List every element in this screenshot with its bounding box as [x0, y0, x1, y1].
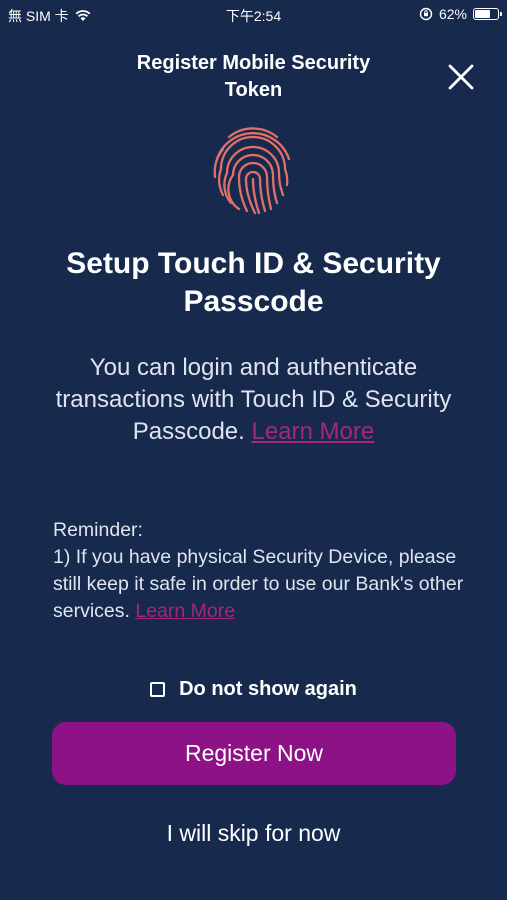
- orientation-lock-icon: [419, 7, 433, 21]
- description-text: You can login and authenticate transacti…: [30, 352, 477, 448]
- reminder-learn-more-link[interactable]: Learn More: [135, 600, 235, 622]
- status-right: 62%: [419, 6, 502, 22]
- learn-more-link[interactable]: Learn More: [252, 418, 375, 445]
- reminder-body: 1) If you have physical Security Device,…: [53, 546, 464, 622]
- do-not-show-again-row[interactable]: Do not show again: [0, 678, 507, 701]
- battery-icon: [473, 8, 502, 20]
- do-not-show-again-checkbox[interactable]: [150, 682, 166, 697]
- reminder-text: Reminder: 1) If you have physical Securi…: [53, 517, 473, 625]
- skip-button[interactable]: I will skip for now: [0, 820, 507, 847]
- do-not-show-again-label[interactable]: Do not show again: [179, 678, 357, 701]
- register-now-button[interactable]: Register Now: [52, 722, 456, 785]
- fingerprint-icon: [213, 127, 291, 215]
- battery-percent: 62%: [438, 6, 467, 22]
- page-header-title: Register Mobile Security Token: [136, 52, 371, 101]
- status-bar: 無 SIM 卡 下午2:54 62%: [0, 0, 507, 30]
- reminder-heading: Reminder:: [53, 519, 143, 541]
- page-title: Setup Touch ID & Security Passcode: [66, 247, 441, 318]
- close-icon[interactable]: [444, 60, 478, 94]
